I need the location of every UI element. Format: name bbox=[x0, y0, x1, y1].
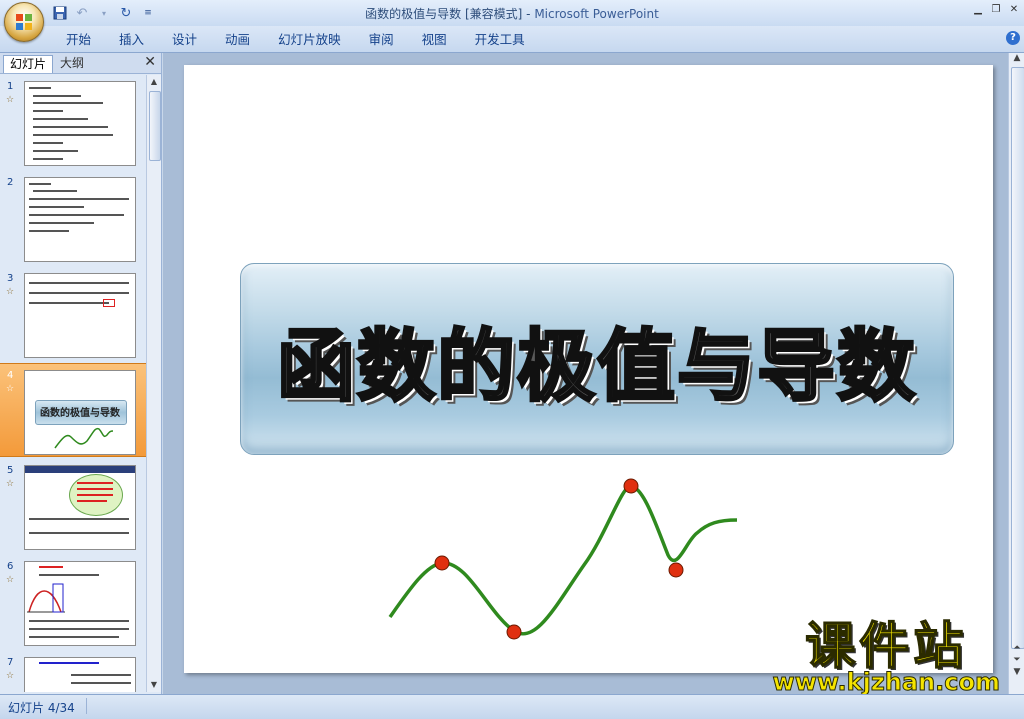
pane-tabs: 幻灯片 大纲 ✕ bbox=[0, 53, 161, 74]
tab-slideshow[interactable]: 幻灯片放映 bbox=[264, 31, 355, 49]
tab-home[interactable]: 开始 bbox=[52, 31, 105, 49]
slide-thumbnail[interactable]: 函数的极值与导数 bbox=[24, 370, 136, 455]
restore-icon[interactable]: ❐ bbox=[988, 2, 1004, 16]
slides-pane: 幻灯片 大纲 ✕ 1 ☆ 2 3 ☆ 4 ☆ 函数的极值与导数 5 ☆ 6 ☆ … bbox=[0, 53, 162, 694]
tab-view[interactable]: 视图 bbox=[408, 31, 461, 49]
app-name: Microsoft PowerPoint bbox=[534, 7, 659, 21]
scroll-up-icon[interactable]: ▲ bbox=[1009, 53, 1024, 63]
minimize-icon[interactable]: ▁ bbox=[970, 2, 986, 16]
slide-thumbnail-row[interactable]: 5 ☆ bbox=[0, 459, 146, 551]
watermark-url: www.kjzhan.com bbox=[772, 668, 1000, 696]
minimum-point-1 bbox=[506, 624, 522, 640]
office-logo-icon bbox=[16, 14, 32, 30]
window-title: 函数的极值与导数 [兼容模式] - Microsoft PowerPoint bbox=[365, 7, 659, 21]
extremum-curve[interactable] bbox=[184, 65, 993, 673]
help-icon[interactable]: ? bbox=[1006, 31, 1020, 45]
animation-star-icon: ☆ bbox=[6, 287, 15, 297]
animation-star-icon: ☆ bbox=[6, 95, 15, 105]
slide-thumbnail-row[interactable]: 2 bbox=[0, 171, 146, 263]
close-pane-icon[interactable]: ✕ bbox=[144, 54, 156, 70]
slide-thumbnail[interactable] bbox=[24, 561, 136, 646]
previous-slide-icon[interactable]: ⏶ bbox=[1009, 643, 1024, 653]
close-icon[interactable]: ✕ bbox=[1006, 2, 1022, 16]
animation-star-icon: ☆ bbox=[6, 384, 15, 394]
scroll-down-icon[interactable]: ▼ bbox=[1009, 667, 1024, 677]
status-bar: 幻灯片 4/34 bbox=[0, 694, 1024, 719]
animation-star-icon: ☆ bbox=[6, 671, 15, 681]
ribbon-tab-bar: 开始 插入 设计 动画 幻灯片放映 审阅 视图 开发工具 ? bbox=[0, 26, 1024, 53]
slide-thumbnail-row[interactable]: 3 ☆ bbox=[0, 267, 146, 359]
next-slide-icon[interactable]: ⏷ bbox=[1009, 655, 1024, 665]
slide-number: 1 bbox=[7, 81, 14, 92]
slide-number: 2 bbox=[7, 177, 14, 188]
scroll-thumb[interactable] bbox=[1011, 67, 1024, 649]
tab-insert[interactable]: 插入 bbox=[105, 31, 158, 49]
tab-outline[interactable]: 大纲 bbox=[54, 55, 90, 72]
slide-number: 4 bbox=[7, 370, 14, 381]
status-separator bbox=[86, 698, 87, 714]
animation-star-icon: ☆ bbox=[6, 575, 15, 585]
slide-thumbnail-row-selected[interactable]: 4 ☆ 函数的极值与导数 bbox=[0, 363, 146, 457]
slide-thumbnail-row[interactable]: 6 ☆ bbox=[0, 555, 146, 647]
tab-slides[interactable]: 幻灯片 bbox=[3, 55, 54, 73]
maximum-point-1 bbox=[434, 555, 450, 571]
title-bar: ↶ ▾ ↻ ≡ 函数的极值与导数 [兼容模式] - Microsoft Powe… bbox=[0, 0, 1024, 26]
tab-developer[interactable]: 开发工具 bbox=[461, 31, 539, 49]
minimum-point-2 bbox=[668, 562, 684, 578]
scroll-up-icon[interactable]: ▲ bbox=[147, 75, 161, 89]
slide-thumbnail[interactable] bbox=[24, 465, 136, 550]
slide-number: 3 bbox=[7, 273, 14, 284]
slide-indicator: 幻灯片 4/34 bbox=[8, 701, 75, 715]
window-controls: ▁ ❐ ✕ bbox=[970, 2, 1022, 16]
slide-thumbnail[interactable] bbox=[24, 273, 136, 358]
current-slide[interactable]: 函数的极值与导数 bbox=[184, 65, 993, 673]
watermark-chinese: 课件站 bbox=[805, 617, 968, 675]
thumbnail-curve bbox=[54, 427, 114, 449]
tab-design[interactable]: 设计 bbox=[158, 31, 211, 49]
pane-scrollbar[interactable]: ▲ ▼ bbox=[146, 75, 161, 692]
maximum-point-2 bbox=[623, 478, 639, 494]
slide-number: 6 bbox=[7, 561, 14, 572]
office-button[interactable] bbox=[4, 2, 44, 42]
slide-thumbnail-list: 1 ☆ 2 3 ☆ 4 ☆ 函数的极值与导数 5 ☆ 6 ☆ 7 ☆ bbox=[0, 75, 146, 692]
watermark: 课件站 www.kjzhan.com bbox=[772, 617, 1000, 696]
tab-review[interactable]: 审阅 bbox=[355, 31, 408, 49]
slide-thumbnail-row[interactable]: 7 ☆ bbox=[0, 651, 146, 692]
scroll-thumb[interactable] bbox=[149, 91, 161, 161]
scroll-down-icon[interactable]: ▼ bbox=[147, 678, 161, 692]
slide-thumbnail[interactable] bbox=[24, 81, 136, 166]
document-title: 函数的极值与导数 [兼容模式] bbox=[365, 7, 523, 21]
slide-editing-area: 函数的极值与导数 ▲ ⏶ ⏷ ▼ bbox=[163, 53, 1024, 694]
tab-animations[interactable]: 动画 bbox=[211, 31, 264, 49]
animation-star-icon: ☆ bbox=[6, 479, 15, 489]
slide-number: 5 bbox=[7, 465, 14, 476]
slide-thumbnail[interactable] bbox=[24, 177, 136, 262]
slide-thumbnail[interactable] bbox=[24, 657, 136, 692]
slide-number: 7 bbox=[7, 657, 14, 668]
slide-scrollbar[interactable]: ▲ ⏶ ⏷ ▼ bbox=[1008, 53, 1024, 694]
slide-thumbnail-row[interactable]: 1 ☆ bbox=[0, 75, 146, 167]
